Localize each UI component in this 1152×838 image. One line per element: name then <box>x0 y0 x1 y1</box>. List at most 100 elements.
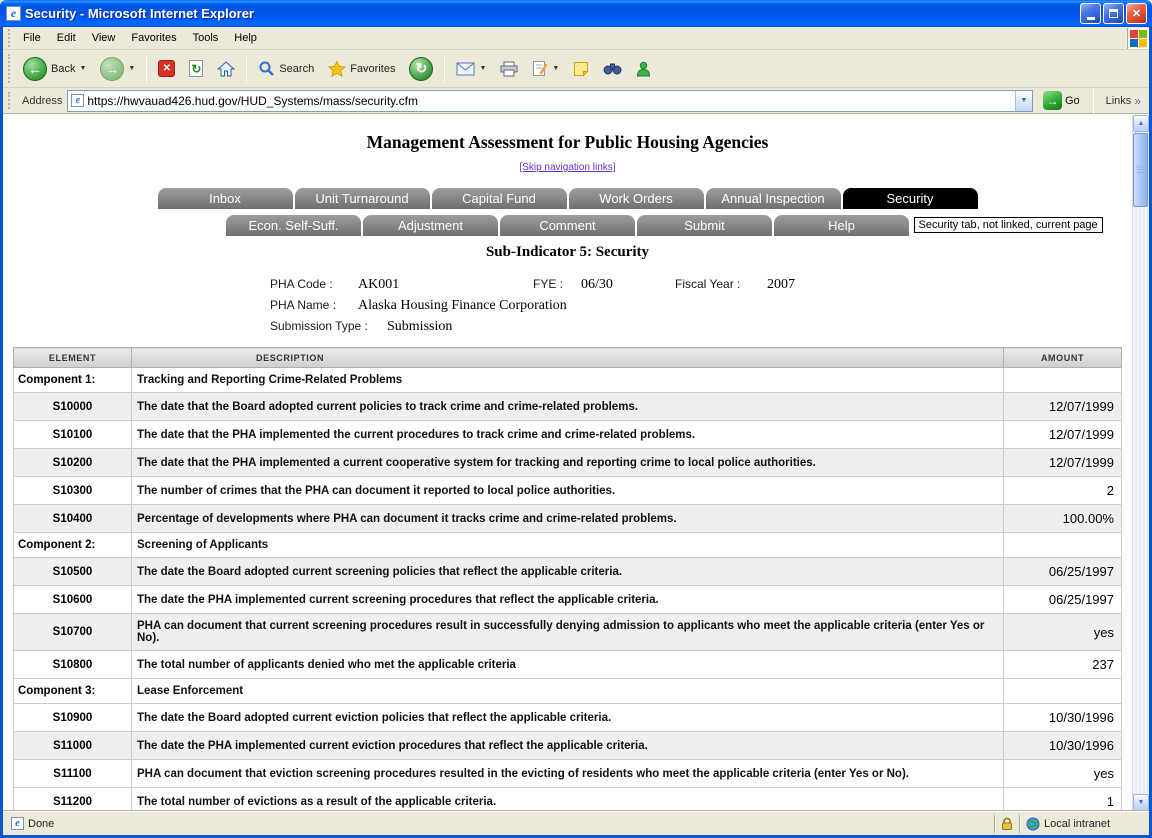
tab-adjustment[interactable]: Adjustment <box>363 215 498 236</box>
tab-econ-self-suff[interactable]: Econ. Self-Suff. <box>226 215 361 236</box>
info-line-3: Submission Type :Submission <box>270 316 1132 337</box>
go-button[interactable]: → Go <box>1038 89 1085 112</box>
history-button[interactable]: ↻ <box>403 53 439 85</box>
security-lock-pane <box>994 815 1019 833</box>
title-bar[interactable]: e Security - Microsoft Internet Explorer… <box>0 0 1152 27</box>
table-row: S10100 The date that the PHA implemented… <box>14 421 1122 449</box>
toolbar-grip[interactable] <box>8 92 12 109</box>
refresh-icon: ↻ <box>189 60 203 77</box>
print-button[interactable] <box>494 57 524 81</box>
find-button[interactable] <box>597 57 628 80</box>
scroll-down-button[interactable]: ▼ <box>1133 794 1149 811</box>
toolbar-grip[interactable] <box>8 29 12 47</box>
messenger-button[interactable] <box>630 57 657 81</box>
amount-cell: 06/25/1997 <box>1004 558 1122 586</box>
amount-cell: 12/07/1999 <box>1004 421 1122 449</box>
menu-view[interactable]: View <box>84 30 124 46</box>
element-code: S10900 <box>14 704 132 732</box>
table-row: Component 2: Screening of Applicants <box>14 533 1122 558</box>
amount-cell: 12/07/1999 <box>1004 449 1122 477</box>
table-row: S11000 The date the PHA implemented curr… <box>14 732 1122 760</box>
assessment-table: ELEMENT DESCRIPTION AMOUNT Component 1: … <box>13 347 1122 811</box>
tab-work-orders[interactable]: Work Orders <box>569 188 704 209</box>
favorites-button[interactable]: Favorites <box>322 56 401 81</box>
amount-cell: 237 <box>1004 651 1122 679</box>
element-description: The number of crimes that the PHA can do… <box>132 477 1004 505</box>
tab-comment[interactable]: Comment <box>500 215 635 236</box>
minimize-button[interactable] <box>1080 3 1101 24</box>
amount-cell: 10/30/1996 <box>1004 704 1122 732</box>
tab-help[interactable]: Help <box>774 215 909 236</box>
tab-unit-turnaround[interactable]: Unit Turnaround <box>295 188 430 209</box>
fye-label: FYE : <box>533 274 581 295</box>
forward-icon: → <box>100 57 124 81</box>
table-row: S11100 PHA can document that eviction sc… <box>14 760 1122 788</box>
maximize-button[interactable] <box>1103 3 1124 24</box>
amount-cell: yes <box>1004 614 1122 651</box>
skip-navigation-link[interactable]: [Skip navigation links] <box>519 162 615 173</box>
edit-button[interactable]: ▼ <box>526 56 565 81</box>
column-header-amount: AMOUNT <box>1004 348 1122 368</box>
refresh-button[interactable]: ↻ <box>183 56 209 81</box>
menu-help[interactable]: Help <box>226 30 265 46</box>
notes-button[interactable] <box>567 57 595 81</box>
tab-inbox[interactable]: Inbox <box>158 188 293 209</box>
tab-annual-inspection[interactable]: Annual Inspection <box>706 188 841 209</box>
lock-icon <box>1001 817 1013 831</box>
submission-type-label: Submission Type : <box>270 316 387 337</box>
pha-name-label: PHA Name : <box>270 295 358 316</box>
back-label: Back <box>51 63 75 75</box>
mail-icon <box>456 62 475 76</box>
toolbar-grip[interactable] <box>8 54 12 84</box>
mail-button[interactable]: ▼ <box>450 58 492 80</box>
scrollbar-thumb[interactable] <box>1133 133 1148 207</box>
chevron-icon: » <box>1134 94 1141 108</box>
home-button[interactable] <box>211 57 241 81</box>
back-dropdown-icon[interactable]: ▼ <box>79 65 86 72</box>
window-title: Security - Microsoft Internet Explorer <box>25 6 1080 21</box>
forward-dropdown-icon[interactable]: ▼ <box>128 65 135 72</box>
table-row: S10400 Percentage of developments where … <box>14 505 1122 533</box>
notes-icon <box>573 61 589 77</box>
tab-row-2: Econ. Self-Suff. Adjustment Comment Subm… <box>3 215 1132 236</box>
scrollbar-track[interactable] <box>1133 132 1149 794</box>
address-dropdown-button[interactable]: ▼ <box>1015 91 1032 111</box>
fiscal-year-value: 2007 <box>767 277 795 292</box>
menu-favorites[interactable]: Favorites <box>123 30 184 46</box>
scroll-up-button[interactable]: ▲ <box>1133 115 1149 132</box>
address-input[interactable] <box>87 92 1015 110</box>
toolbar-separator <box>1093 88 1094 114</box>
go-label: Go <box>1065 95 1080 107</box>
close-button[interactable]: ✕ <box>1126 3 1147 24</box>
intranet-globe-icon <box>1026 817 1040 831</box>
element-code: S11100 <box>14 760 132 788</box>
menu-file[interactable]: File <box>15 30 49 46</box>
tab-capital-fund[interactable]: Capital Fund <box>432 188 567 209</box>
element-code: S10000 <box>14 393 132 421</box>
element-code: S10100 <box>14 421 132 449</box>
back-button[interactable]: ← Back ▼ <box>17 53 92 85</box>
forward-button[interactable]: → ▼ <box>94 53 141 85</box>
mail-dropdown-icon[interactable]: ▼ <box>479 65 486 72</box>
table-row: S10200 The date that the PHA implemented… <box>14 449 1122 477</box>
maximize-icon <box>1109 9 1118 18</box>
links-bar[interactable]: Links » <box>1102 94 1145 108</box>
menu-edit[interactable]: Edit <box>49 30 84 46</box>
address-label: Address <box>22 95 62 107</box>
menu-tools[interactable]: Tools <box>185 30 227 46</box>
amount-cell: 06/25/1997 <box>1004 586 1122 614</box>
page-content: Management Assessment for Public Housing… <box>3 115 1132 811</box>
home-icon <box>217 61 235 77</box>
table-row: S10000 The date that the Board adopted c… <box>14 393 1122 421</box>
stop-button[interactable]: ✕ <box>152 56 181 81</box>
back-icon: ← <box>23 57 47 81</box>
search-label: Search <box>279 63 314 75</box>
search-button[interactable]: Search <box>252 56 320 81</box>
minimize-icon <box>1087 17 1095 20</box>
menu-bar: File Edit View Favorites Tools Help <box>3 27 1149 50</box>
tab-submit[interactable]: Submit <box>637 215 772 236</box>
amount-cell: 1 <box>1004 788 1122 812</box>
edit-dropdown-icon[interactable]: ▼ <box>552 65 559 72</box>
element-code: S10700 <box>14 614 132 651</box>
element-code: S10600 <box>14 586 132 614</box>
